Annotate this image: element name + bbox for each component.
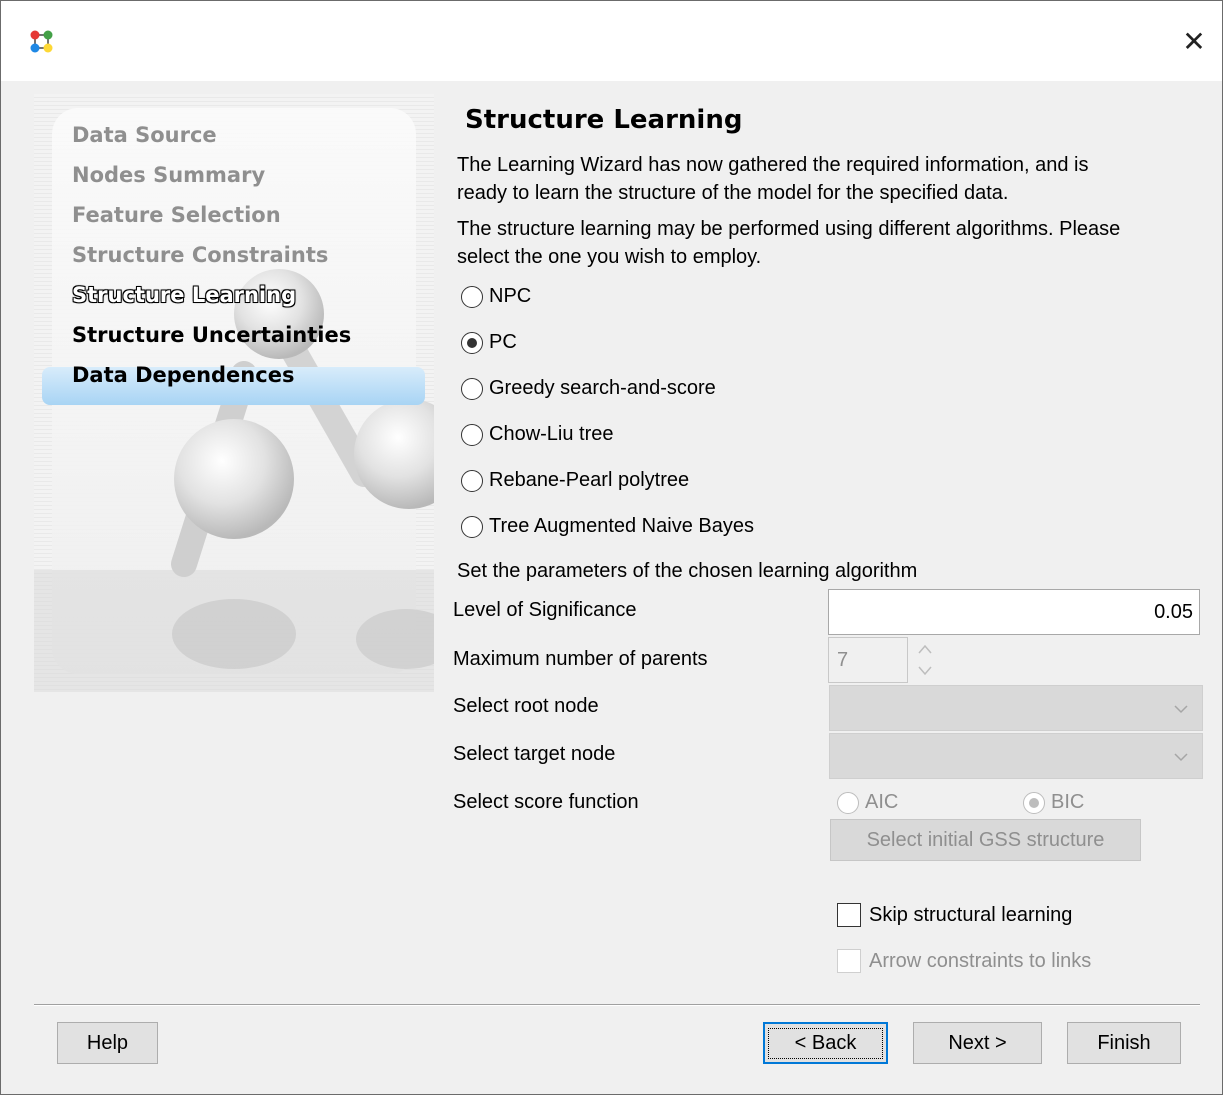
max-parents-label: Maximum number of parents (453, 648, 708, 670)
checkbox[interactable] (837, 903, 861, 927)
step-nodes-summary: Nodes Summary (72, 163, 266, 187)
radio-label: Chow-Liu tree (489, 423, 614, 445)
select-gss-structure-button[interactable]: Select initial GSS structure (830, 819, 1141, 861)
spinner-arrows-icon[interactable] (914, 639, 936, 683)
radio-button[interactable] (461, 469, 483, 492)
wizard-steps-sidebar: Data Source Nodes Summary Feature Select… (34, 94, 434, 692)
intro-text-line-1: The Learning Wizard has now gathered the… (457, 154, 1089, 176)
checkbox-label: Skip structural learning (869, 903, 1073, 926)
close-icon: ✕ (1182, 24, 1206, 58)
radio-tan[interactable]: Tree Augmented Naive Bayes (461, 515, 754, 538)
radio-button[interactable] (461, 423, 483, 446)
step-structure-uncertainties: Structure Uncertainties (72, 323, 352, 347)
significance-input[interactable]: 0.05 (828, 589, 1200, 635)
chevron-down-icon (1174, 705, 1188, 714)
params-heading: Set the parameters of the chosen learnin… (457, 560, 918, 582)
radio-button[interactable] (1023, 791, 1045, 814)
radio-bic[interactable]: BIC (1023, 791, 1084, 814)
radio-chow-liu[interactable]: Chow-Liu tree (461, 423, 614, 446)
intro-text-line-2: ready to learn the structure of the mode… (457, 182, 1009, 204)
algorithm-text-line-1: The structure learning may be performed … (457, 218, 1121, 240)
radio-button[interactable] (837, 791, 859, 814)
radio-label: Greedy search-and-score (489, 377, 716, 399)
back-button[interactable]: < Back (763, 1022, 888, 1064)
next-button[interactable]: Next > (913, 1022, 1042, 1064)
radio-rebane-pearl[interactable]: Rebane-Pearl polytree (461, 469, 689, 492)
step-data-source: Data Source (72, 123, 217, 147)
radio-label: NPC (489, 285, 532, 307)
radio-button[interactable] (461, 331, 483, 354)
step-structure-constraints: Structure Constraints (72, 243, 329, 267)
root-node-select[interactable] (829, 685, 1203, 731)
arrow-constraints-checkbox[interactable]: Arrow constraints to links (837, 949, 1091, 973)
significance-label: Level of Significance (453, 599, 637, 621)
skip-learning-checkbox[interactable]: Skip structural learning (837, 903, 1072, 927)
checkbox[interactable] (837, 949, 861, 973)
radio-label: Rebane-Pearl polytree (489, 469, 690, 491)
page-title: Structure Learning (465, 105, 743, 135)
step-feature-selection: Feature Selection (72, 203, 281, 227)
max-parents-spinner[interactable]: 7 (828, 637, 908, 683)
radio-pc[interactable]: PC (461, 331, 517, 354)
radio-button[interactable] (461, 377, 483, 400)
radio-aic[interactable]: AIC (837, 791, 898, 814)
score-function-label: Select score function (453, 791, 639, 813)
radio-label: PC (489, 331, 517, 353)
checkbox-label: Arrow constraints to links (869, 949, 1092, 972)
radio-button[interactable] (461, 285, 483, 308)
radio-npc[interactable]: NPC (461, 285, 531, 308)
radio-label: AIC (865, 791, 899, 813)
chevron-down-icon (1174, 753, 1188, 762)
radio-greedy-search[interactable]: Greedy search-and-score (461, 377, 716, 400)
title-bar: ✕ (1, 1, 1222, 81)
radio-label: BIC (1051, 791, 1085, 813)
radio-label: Tree Augmented Naive Bayes (489, 515, 754, 537)
radio-button[interactable] (461, 515, 483, 538)
back-button-label: < Back (767, 1027, 884, 1059)
step-structure-learning: Structure Learning (72, 283, 297, 307)
step-data-dependences: Data Dependences (72, 363, 295, 387)
radio-selected-dot (1029, 797, 1039, 808)
footer-separator (34, 1004, 1200, 1006)
finish-button[interactable]: Finish (1067, 1022, 1181, 1064)
root-node-label: Select root node (453, 695, 599, 717)
algorithm-text-line-2: select the one you wish to employ. (457, 246, 762, 268)
radio-selected-dot (467, 337, 477, 348)
network-nodes-icon (30, 30, 53, 53)
close-button[interactable]: ✕ (1166, 13, 1222, 69)
target-node-select[interactable] (829, 733, 1203, 779)
help-button[interactable]: Help (57, 1022, 158, 1064)
learning-wizard-window: ✕ Data Source Nodes Summary Feature Sele… (0, 0, 1223, 1095)
target-node-label: Select target node (453, 743, 616, 765)
